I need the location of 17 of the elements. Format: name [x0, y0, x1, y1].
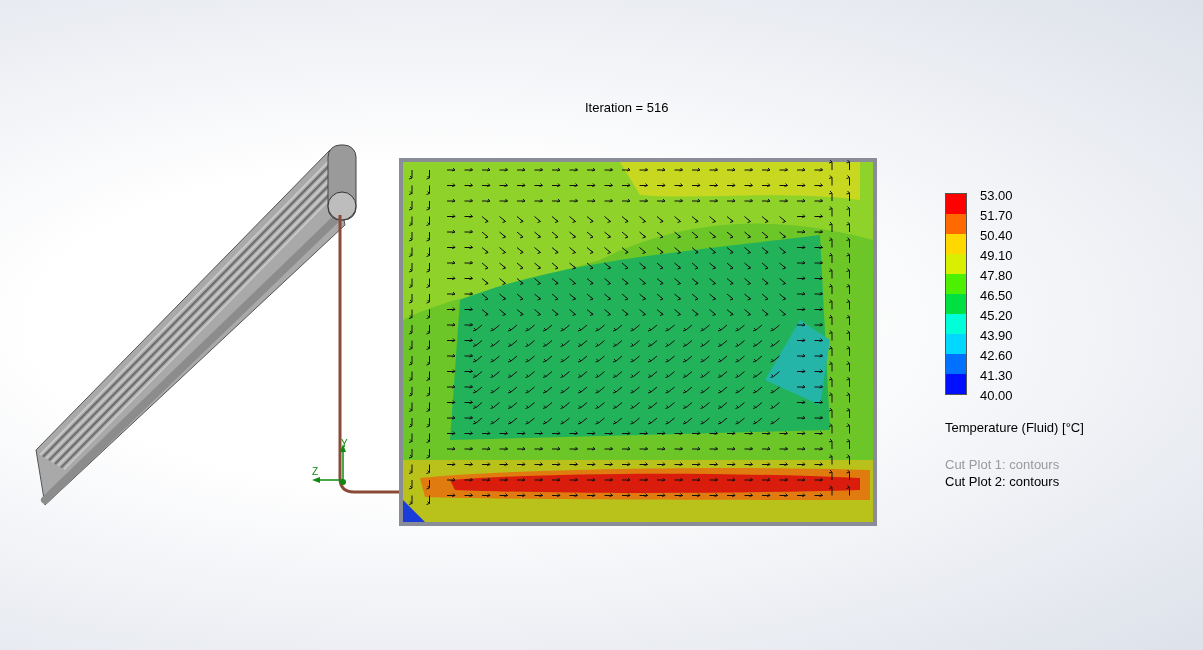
plot-label: Cut Plot 1: contours	[945, 455, 1061, 473]
scale-value: 41.30	[980, 367, 1013, 385]
scale-value: 49.10	[980, 247, 1013, 265]
axis-label: Z	[312, 467, 319, 477]
axis-label: Y	[341, 439, 348, 449]
scale-value: 51.70	[980, 207, 1013, 225]
quantity-label: Temperature (Fluid) [°C]	[945, 419, 1084, 437]
iteration-title: Iteration = 516	[585, 99, 669, 117]
scale-value: 43.90	[980, 327, 1013, 345]
scale-value: 40.00	[980, 387, 1013, 405]
scale-value: 46.50	[980, 287, 1013, 305]
scale-value: 50.40	[980, 227, 1013, 245]
plot-label: Cut Plot 2: contours	[945, 472, 1061, 490]
scale-value: 53.00	[980, 187, 1013, 205]
scale-value: 45.20	[980, 307, 1013, 325]
scale-value: 42.60	[980, 347, 1013, 365]
scale-value: 47.80	[980, 267, 1013, 285]
